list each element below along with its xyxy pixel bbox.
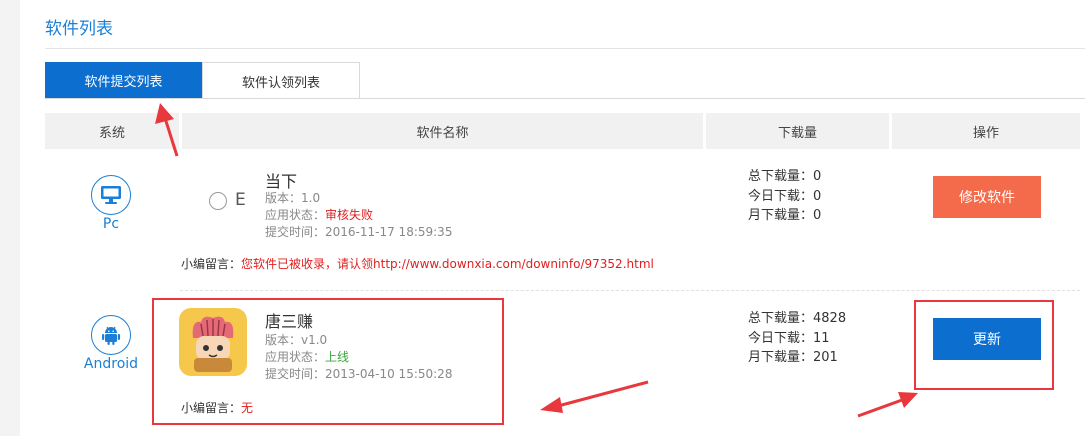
column-header-name: 软件名称 (182, 113, 703, 149)
android-icon (91, 315, 131, 355)
downloads-month: 月下载量：201 (748, 350, 838, 365)
downloads-month: 月下载量：0 (748, 208, 822, 223)
status-text: 应用状态：审核失败 (265, 208, 374, 222)
left-gutter (0, 0, 20, 436)
page-title: 软件列表 (45, 19, 113, 39)
column-header-actions: 操作 (892, 113, 1080, 149)
tab-submit-list[interactable]: 软件提交列表 (45, 62, 202, 99)
version-text: 版本：1.0 (265, 191, 321, 205)
column-header-downloads: 下载量 (706, 113, 889, 149)
download-stats: 总下载量：4828 今日下载：11 月下载量：201 (748, 309, 846, 368)
edit-software-button[interactable]: 修改软件 (933, 176, 1041, 218)
title-divider (45, 48, 1085, 49)
tabs-divider (45, 98, 1085, 99)
row-divider (180, 290, 1080, 291)
select-radio[interactable] (209, 192, 227, 210)
column-header-system: 系统 (45, 113, 179, 149)
editor-note-text: 您软件已被收录，请认领http://www.downxia.com/downin… (241, 257, 654, 271)
monitor-icon (91, 175, 131, 215)
annotation-box-app (152, 298, 504, 425)
annotation-box-update (914, 300, 1054, 390)
tab-bar: 软件提交列表 软件认领列表 (45, 62, 360, 99)
downloads-total: 总下载量：4828 (748, 311, 847, 326)
editor-note: 小编留言：您软件已被收录，请认领http://www.downxia.com/d… (181, 257, 654, 271)
name-fragment: E (235, 190, 246, 210)
downloads-total: 总下载量：0 (748, 169, 822, 184)
status-badge: 审核失败 (325, 208, 374, 222)
software-meta: 版本：1.0 应用状态：审核失败 提交时间：2016-11-17 18:59:3… (265, 190, 452, 241)
downloads-today: 今日下载：11 (748, 330, 830, 346)
system-label-pc: Pc (102, 216, 120, 232)
software-name: 当下 (265, 172, 298, 191)
tab-claim-list[interactable]: 软件认领列表 (202, 62, 360, 99)
downloads-today: 今日下载：0 (748, 188, 822, 204)
system-label-android: Android (83, 356, 139, 372)
submit-time: 提交时间：2016-11-17 18:59:35 (265, 225, 453, 239)
download-stats: 总下载量：0 今日下载：0 月下载量：0 (748, 167, 821, 226)
